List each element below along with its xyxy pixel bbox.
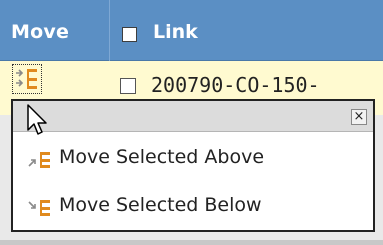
- move-selected-below-item[interactable]: Move Selected Below: [13, 187, 373, 227]
- row-select-checkbox[interactable]: [120, 78, 136, 94]
- move-handle-icon: [16, 69, 37, 89]
- move-below-icon: [28, 200, 50, 216]
- table-header: Move Link: [0, 0, 383, 61]
- move-handle-button[interactable]: [12, 64, 42, 94]
- menu-item-label: Move Selected Below: [59, 194, 262, 216]
- mouse-cursor-icon: [27, 104, 47, 135]
- move-menu-popup: × Move Selected Above Move Selected Belo…: [11, 99, 375, 232]
- move-selected-above-item[interactable]: Move Selected Above: [13, 139, 373, 179]
- link-column-header[interactable]: Link: [153, 21, 198, 43]
- select-all-checkbox[interactable]: [122, 27, 137, 42]
- row-link[interactable]: 200790-CO-150-: [151, 73, 320, 97]
- move-above-icon: [28, 152, 50, 168]
- move-column-header: Move: [11, 21, 70, 43]
- column-divider: [109, 0, 110, 61]
- table-bottom-border: [0, 240, 383, 245]
- close-icon: ×: [353, 109, 365, 124]
- close-button[interactable]: ×: [351, 109, 367, 125]
- menu-item-label: Move Selected Above: [59, 146, 265, 168]
- popup-title-bar: ×: [13, 101, 373, 132]
